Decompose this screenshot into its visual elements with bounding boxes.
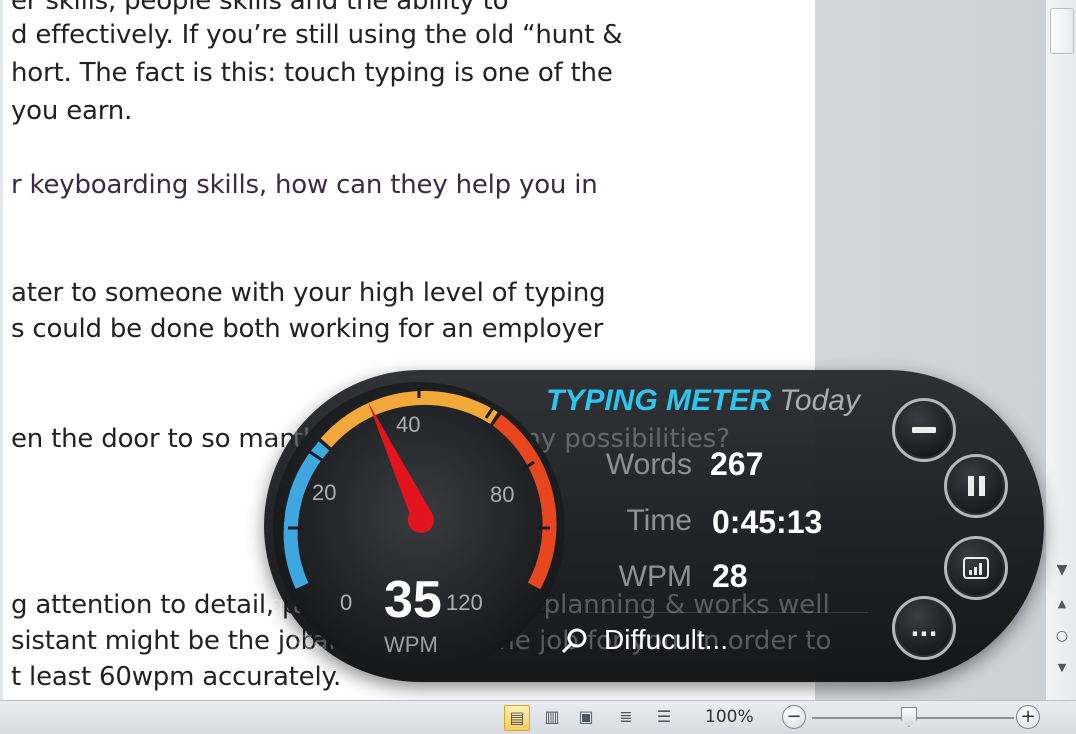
status-bar: ▤ ▥ ▣ ≣ ☰ 100% − + bbox=[0, 700, 1076, 734]
web-layout-view-icon[interactable]: ▣ bbox=[574, 705, 598, 729]
zoom-out-button[interactable]: − bbox=[782, 705, 806, 729]
gauge-tick-label: 0 bbox=[340, 590, 353, 615]
current-wpm-unit: WPM bbox=[384, 632, 438, 657]
magnifier-icon bbox=[561, 628, 587, 654]
current-wpm-value: 35 bbox=[384, 571, 442, 629]
document-line: hort. The fact is this: touch typing is … bbox=[11, 58, 613, 88]
meter-period: Today bbox=[779, 384, 860, 417]
more-button[interactable]: ... bbox=[892, 596, 956, 660]
gauge-tick-label: 120 bbox=[446, 590, 483, 615]
vertical-scrollbar[interactable]: ▼ ▲ ○ ▼ bbox=[1045, 0, 1076, 700]
document-line: ater to someone with your high level of … bbox=[11, 278, 606, 308]
meter-title: TYPING METER Today bbox=[546, 384, 860, 418]
stat-wpm-label: WPM bbox=[618, 560, 692, 593]
zoom-in-button[interactable]: + bbox=[1016, 705, 1040, 729]
bar-chart-icon bbox=[947, 539, 1005, 597]
gauge-tick-label: 20 bbox=[312, 480, 337, 505]
zoom-level[interactable]: 100% bbox=[705, 707, 754, 727]
meter-brand: TYPING METER bbox=[546, 384, 772, 417]
gauge-tick-label: 80 bbox=[490, 482, 515, 507]
document-line: r keyboarding skills, how can they help … bbox=[11, 170, 598, 200]
previous-page-icon[interactable]: ▲ bbox=[1052, 594, 1072, 614]
minimize-button[interactable] bbox=[892, 398, 956, 462]
more-icon: ... bbox=[910, 614, 938, 642]
gauge-tick-label: 40 bbox=[396, 412, 421, 437]
print-layout-view-icon[interactable]: ▤ bbox=[504, 705, 530, 731]
stat-wpm-value: 28 bbox=[712, 558, 748, 594]
scroll-down-arrow-icon[interactable]: ▼ bbox=[1052, 560, 1072, 580]
scrollbar-thumb[interactable] bbox=[1050, 8, 1074, 54]
difficulty-text[interactable]: Diffucult... bbox=[604, 624, 728, 656]
document-line: you earn. bbox=[11, 96, 133, 126]
pause-button[interactable] bbox=[944, 454, 1008, 518]
outline-view-icon[interactable]: ≣ bbox=[614, 705, 638, 729]
divider bbox=[588, 612, 868, 613]
stat-words-value: 267 bbox=[710, 446, 764, 482]
next-page-icon[interactable]: ▼ bbox=[1052, 658, 1072, 678]
document-line: s could be done both working for an empl… bbox=[11, 314, 604, 344]
browse-object-icon[interactable]: ○ bbox=[1052, 626, 1072, 646]
document-line: er skills, people skills and the ability… bbox=[11, 0, 509, 16]
zoom-slider-handle[interactable] bbox=[901, 707, 917, 727]
draft-view-icon[interactable]: ☰ bbox=[652, 705, 676, 729]
pause-icon bbox=[947, 457, 1005, 515]
stat-time-value: 0:45:13 bbox=[712, 504, 823, 540]
minus-icon bbox=[895, 401, 953, 459]
stat-words-label: Words bbox=[605, 448, 692, 481]
document-line: d effectively. If you’re still using the… bbox=[11, 20, 623, 50]
stats-button[interactable] bbox=[944, 536, 1008, 600]
full-screen-reading-view-icon[interactable]: ▥ bbox=[540, 705, 564, 729]
stat-time-label: Time bbox=[626, 504, 692, 537]
